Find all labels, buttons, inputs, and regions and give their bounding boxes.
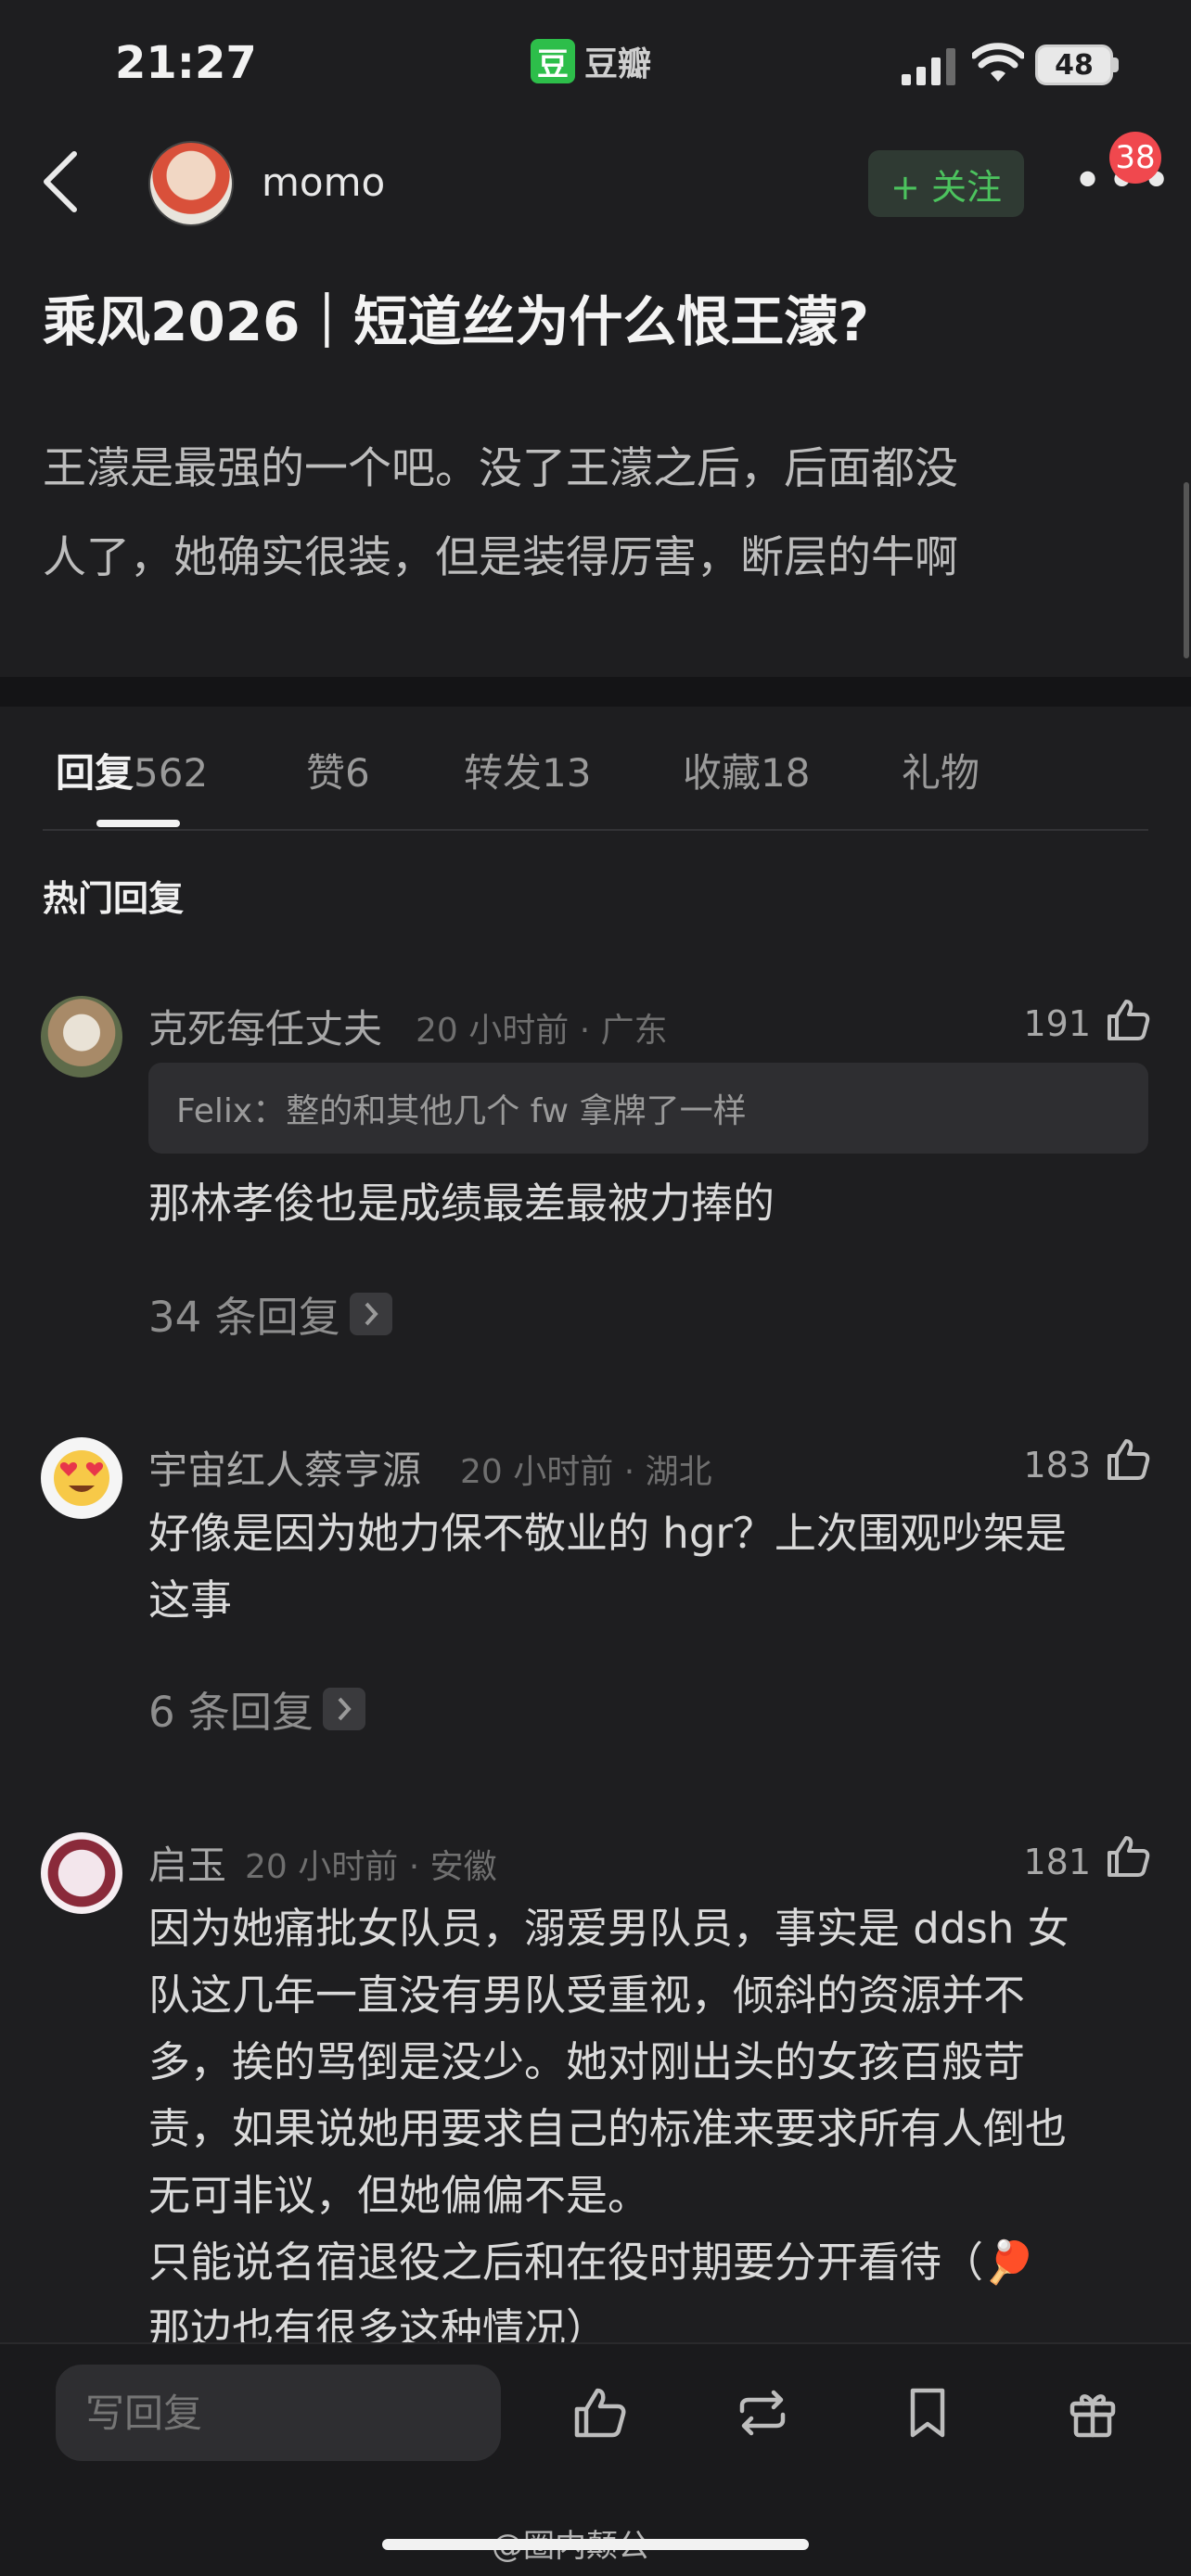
thumbs-up-icon[interactable] xyxy=(1104,1832,1152,1881)
thumbs-up-icon[interactable] xyxy=(1104,1435,1152,1484)
active-tab-underline xyxy=(96,820,180,827)
gift-icon[interactable] xyxy=(1063,2383,1122,2442)
interaction-tabs: 回复562 赞6 转发13 收藏18 礼物 xyxy=(0,733,1191,831)
heart-eyes-emoji-icon xyxy=(54,1450,109,1506)
tab-count: 6 xyxy=(345,750,370,796)
replies-count: 6 条回复 xyxy=(148,1688,314,1737)
hot-replies-heading: 热门回复 xyxy=(43,878,185,919)
like-count: 183 xyxy=(1023,1445,1091,1486)
comment-line: 多，挨的骂倒是没少。她对刚出头的女孩百般苛 xyxy=(148,2037,1026,2086)
tab-replies[interactable]: 回复562 xyxy=(56,742,208,798)
tab-label: 赞 xyxy=(306,750,346,796)
comment-text: 那林孝俊也是成绩最差最被力捧的 xyxy=(148,1170,775,1237)
tab-count: 13 xyxy=(542,750,592,796)
commenter-avatar[interactable] xyxy=(41,1832,122,1914)
like-count: 191 xyxy=(1023,1003,1091,1044)
douban-logo-icon: 豆 xyxy=(531,39,575,83)
notification-badge: 38 xyxy=(1109,132,1161,184)
author-avatar[interactable] xyxy=(148,141,234,226)
comment-text: 好像是因为她力保不敬业的 hgr？上次围观吵架是 这事 xyxy=(148,1500,1067,1634)
comment-line: 责，如果说她用要求自己的标准来要求所有人倒也 xyxy=(148,2104,1068,2153)
like-count: 181 xyxy=(1023,1842,1091,1882)
tab-label: 收藏 xyxy=(683,750,762,796)
battery-tip xyxy=(1113,57,1119,72)
app-name: 豆瓣 xyxy=(584,45,652,83)
commenter-name[interactable]: 克死每任丈夫 xyxy=(148,998,382,1054)
commenter-avatar[interactable] xyxy=(41,1437,122,1519)
tab-count: 562 xyxy=(134,750,209,796)
post-body: 王濛是最强的一个吧。没了王濛之后，后面都没 人了，她确实很装，但是装得厉害，断层… xyxy=(43,425,1156,603)
comment-line: 因为她痛批女队员，溺爱男队员，事实是 ddsh 女 xyxy=(148,1904,1069,1953)
view-replies-button[interactable]: 34 条回复 xyxy=(148,1283,392,1344)
comment-meta: 20 小时前 · 广东 xyxy=(416,1012,668,1050)
author-name[interactable]: momo xyxy=(262,159,385,205)
chevron-right-icon xyxy=(349,1292,392,1335)
battery-indicator: 48 xyxy=(1035,45,1113,85)
follow-button[interactable]: + 关注 xyxy=(868,150,1024,217)
section-separator xyxy=(0,677,1191,707)
comment-meta: 20 小时前 · 安徽 xyxy=(245,1848,497,1886)
like-post-icon[interactable] xyxy=(570,2383,629,2442)
replies-count: 34 条回复 xyxy=(148,1293,340,1342)
status-time: 21:27 xyxy=(115,37,257,89)
bookmark-icon[interactable] xyxy=(898,2383,957,2442)
commenter-avatar[interactable] xyxy=(41,996,122,1078)
wifi-icon xyxy=(972,43,1024,82)
commenter-name[interactable]: 启玉 xyxy=(148,1834,226,1891)
reply-input[interactable] xyxy=(56,2365,501,2461)
scroll-indicator xyxy=(1184,482,1189,658)
quoted-reply[interactable]: Felix：整的和其他几个 fw 拿牌了一样 xyxy=(148,1063,1148,1154)
comment-meta: 20 小时前 · 湖北 xyxy=(460,1453,712,1491)
view-replies-button[interactable]: 6 条回复 xyxy=(148,1678,365,1739)
home-indicator[interactable] xyxy=(382,2539,809,2550)
post-title: 乘风2026｜短道丝为什么恨王濛? xyxy=(43,290,870,353)
comment-line: 只能说名宿退役之后和在役时期要分开看待（🏓 xyxy=(148,2238,1036,2287)
tab-likes[interactable]: 赞6 xyxy=(306,742,370,798)
tab-label: 回复 xyxy=(56,750,134,796)
comment-text: 因为她痛批女队员，溺爱男队员，事实是 ddsh 女 队这几年一直没有男队受重视，… xyxy=(148,1895,1069,2363)
comment-line: 好像是因为她力保不敬业的 hgr？上次围观吵架是 xyxy=(148,1509,1067,1558)
tab-gifts[interactable]: 礼物 xyxy=(902,742,980,798)
tab-collections[interactable]: 收藏18 xyxy=(683,742,810,798)
back-icon[interactable] xyxy=(37,148,85,215)
thumbs-up-icon[interactable] xyxy=(1104,996,1152,1044)
chevron-right-icon xyxy=(322,1687,365,1730)
repost-icon[interactable] xyxy=(733,2383,792,2442)
comment-line: 那林孝俊也是成绩最差最被力捧的 xyxy=(148,1179,775,1228)
post-body-line: 人了，她确实很装，但是装得厉害，断层的牛啊 xyxy=(43,532,958,583)
comment-line: 队这几年一直没有男队受重视，倾斜的资源并不 xyxy=(148,1970,1026,2020)
tab-count: 18 xyxy=(761,750,811,796)
tab-label: 转发 xyxy=(464,750,543,796)
cellular-signal-icon xyxy=(902,48,955,85)
tab-label: 礼物 xyxy=(902,750,980,796)
app-indicator: 豆 豆瓣 xyxy=(531,37,651,85)
commenter-name[interactable]: 宇宙红人蔡亨源 xyxy=(148,1439,421,1496)
comment-line: 这事 xyxy=(148,1575,233,1625)
comment-line: 无可非议，但她偏偏不是。 xyxy=(148,2171,650,2220)
post-body-line: 王濛是最强的一个吧。没了王濛之后，后面都没 xyxy=(43,443,958,494)
tab-divider xyxy=(43,829,1148,831)
tab-reposts[interactable]: 转发13 xyxy=(464,742,591,798)
